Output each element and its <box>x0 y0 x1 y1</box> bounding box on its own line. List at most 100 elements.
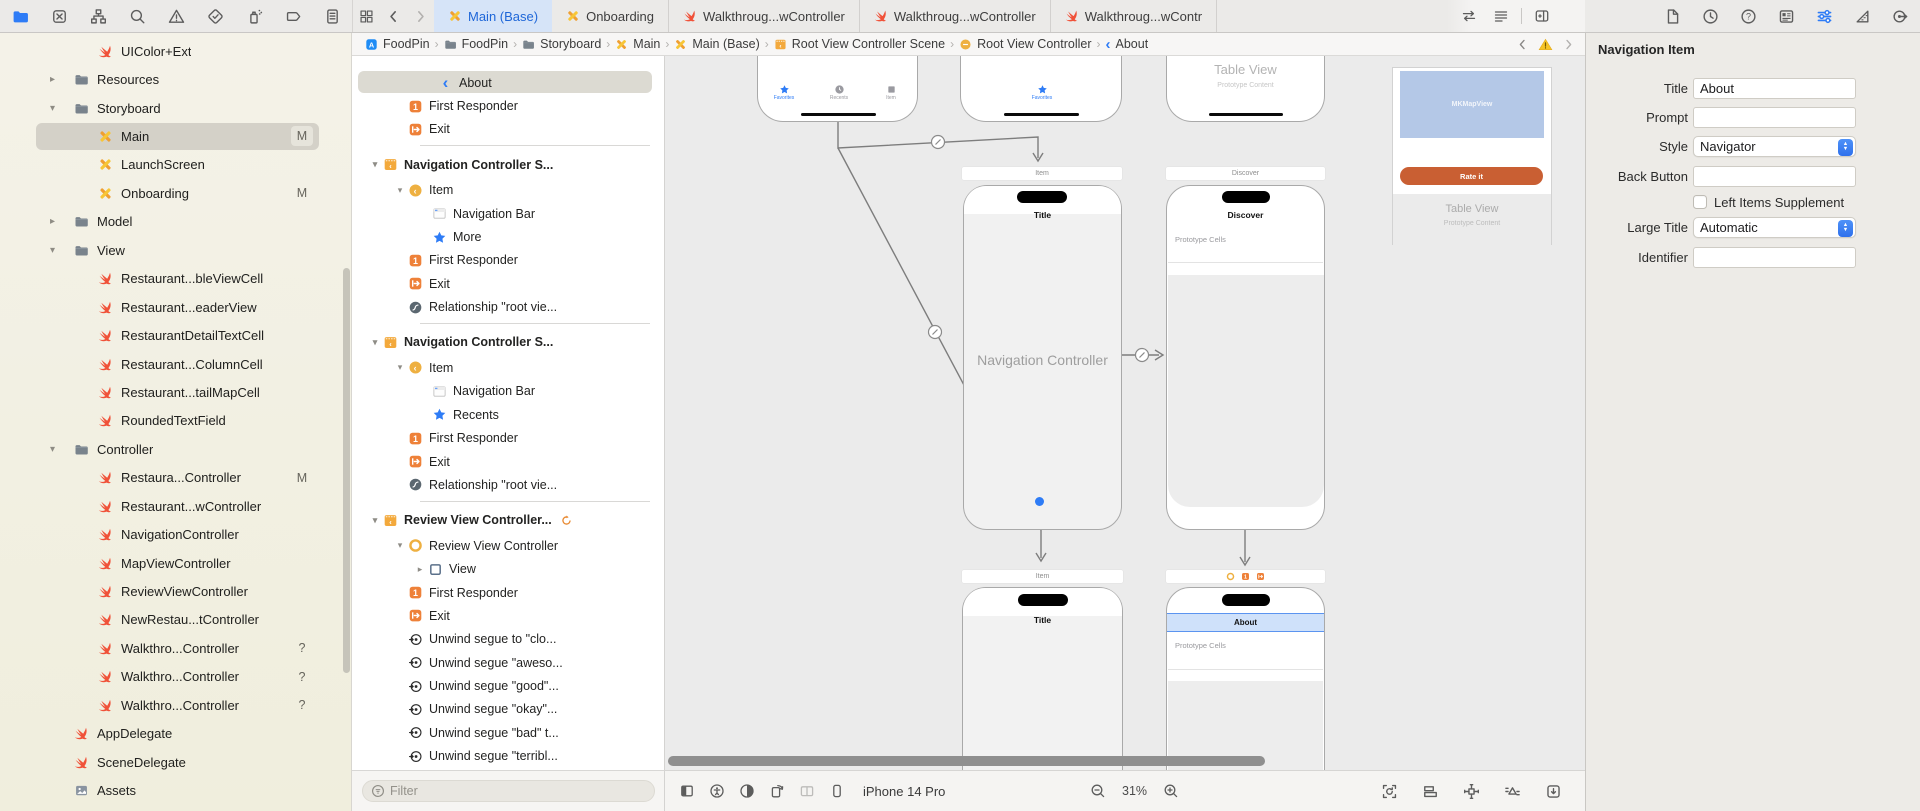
filter-input[interactable]: Filter <box>362 780 655 802</box>
file-row-launchscreen[interactable]: LaunchScreen <box>0 151 351 179</box>
project-navigator-icon[interactable] <box>6 3 34 29</box>
back-button-field[interactable] <box>1693 165 1856 187</box>
tabbar-scene-phone-2[interactable]: Favorites <box>960 56 1122 122</box>
identifier-field[interactable] <box>1693 246 1856 268</box>
accessibility-icon[interactable] <box>703 778 731 804</box>
file-row-view[interactable]: ▾ View <box>0 236 351 264</box>
about-nav-bar[interactable]: About <box>1167 613 1324 632</box>
breadcrumb-item[interactable]: FoodPin <box>444 37 508 51</box>
file-row-walkthro-controller[interactable]: Walkthro...Controller? <box>0 691 351 719</box>
breadcrumb-item[interactable]: Main (Base) <box>674 37 760 51</box>
review-scene-panel[interactable]: MKMapView Rate it Table View Prototype C… <box>1392 67 1552 245</box>
previous-issue-button[interactable] <box>1516 38 1529 51</box>
outline-row-first-responder[interactable]: 1 First Responder <box>352 581 664 604</box>
breadcrumb-item[interactable]: ‹ Root View Controller Scene <box>774 37 945 51</box>
add-constraints-icon[interactable] <box>1457 778 1485 804</box>
editor-tab[interactable]: Walkthroug...wController <box>669 0 860 32</box>
outline-row-unwind-segue-okay-[interactable]: Unwind segue "okay"... <box>352 698 664 721</box>
outline-row-about[interactable]: ‹ About <box>352 71 664 94</box>
file-row-appdelegate[interactable]: AppDelegate <box>0 720 351 748</box>
embed-icon[interactable] <box>1539 778 1567 804</box>
editor-tab[interactable]: Onboarding <box>552 0 670 32</box>
issues-icon[interactable] <box>162 3 190 29</box>
symbols-icon[interactable] <box>84 3 112 29</box>
update-frames-icon[interactable] <box>1375 778 1403 804</box>
breadcrumb-item[interactable]: A FoodPin <box>365 37 430 51</box>
storyboard-canvas[interactable]: Favorites Recents Item Favorites Table Vie… <box>665 56 1585 770</box>
outline-row-navigation-controller-s-[interactable]: ▾ ‹ Navigation Controller S... <box>352 328 664 356</box>
attributes-inspector-icon[interactable] <box>1812 3 1836 29</box>
outline-row-unwind-segue-bad-t-[interactable]: Unwind segue "bad" t... <box>352 721 664 744</box>
file-row-walkthro-controller[interactable]: Walkthro...Controller? <box>0 634 351 662</box>
file-row-newrestau-tcontroller[interactable]: NewRestau...tController <box>0 606 351 634</box>
file-row-model[interactable]: ▸ Model <box>0 208 351 236</box>
file-row-onboarding[interactable]: Onboarding M <box>0 179 351 207</box>
disclosure-icon[interactable]: ▾ <box>50 245 72 256</box>
outline-row-exit[interactable]: Exit <box>352 118 664 141</box>
outline-row-exit[interactable]: Exit <box>352 604 664 627</box>
outline-row-recents[interactable]: Recents <box>352 403 664 426</box>
outline-row-unwind-segue-good-[interactable]: Unwind segue "good"... <box>352 674 664 697</box>
tests-icon[interactable] <box>201 3 229 29</box>
reports-icon[interactable] <box>318 3 346 29</box>
split-view-icon[interactable] <box>793 778 821 804</box>
file-row-navigationcontroller[interactable]: NavigationController <box>0 520 351 548</box>
file-row-controller[interactable]: ▾ Controller <box>0 435 351 463</box>
navigation-controller-phone[interactable]: Title Navigation Controller <box>963 185 1122 530</box>
align-icon[interactable] <box>1416 778 1444 804</box>
file-row-mapviewcontroller[interactable]: MapViewController <box>0 549 351 577</box>
breakpoints-icon[interactable] <box>279 3 307 29</box>
code-review-icon[interactable] <box>1457 3 1481 29</box>
outline-row-unwind-segue-aweso-[interactable]: Unwind segue "aweso... <box>352 651 664 674</box>
disclosure-icon[interactable]: ▾ <box>393 540 407 551</box>
file-row-reviewviewcontroller[interactable]: ReviewViewController <box>0 577 351 605</box>
outline-row-unwind-segue-terribl-[interactable]: Unwind segue "terribl... <box>352 745 664 768</box>
tabbar-item-favorites[interactable]: Favorites <box>764 84 804 101</box>
tabbar-item-favorites[interactable]: Favorites <box>1022 84 1062 101</box>
outline-row-first-responder[interactable]: 1 First Responder <box>352 249 664 272</box>
help-inspector-icon[interactable]: ? <box>1736 3 1760 29</box>
canvas-horizontal-scrollbar[interactable] <box>668 756 1265 766</box>
file-row-restaurant-eaderview[interactable]: Restaurant...eaderView <box>0 293 351 321</box>
zoom-level[interactable]: 31% <box>1122 784 1147 798</box>
add-editor-icon[interactable] <box>1530 3 1554 29</box>
left-items-supplement-checkbox[interactable] <box>1693 195 1707 209</box>
tabbar-scene-phone-1[interactable]: Favorites Recents Item <box>757 56 918 122</box>
tabbar-item-item[interactable]: Item <box>871 84 911 101</box>
breadcrumb-item[interactable]: ‹ About <box>1106 37 1149 51</box>
file-row-main[interactable]: Main M <box>0 122 351 151</box>
disclosure-icon[interactable]: ▸ <box>50 74 72 85</box>
disclosure-icon[interactable]: ▾ <box>368 159 382 170</box>
breadcrumb-item[interactable]: Main <box>615 37 660 51</box>
outline-row-relationship-root-vie-[interactable]: Relationship "root vie... <box>352 296 664 319</box>
file-row-storyboard[interactable]: ▾ Storyboard <box>0 94 351 122</box>
outline-row-exit[interactable]: Exit <box>352 272 664 295</box>
outline-toggle-icon[interactable] <box>673 778 701 804</box>
file-row-walkthro-controller[interactable]: Walkthro...Controller? <box>0 663 351 691</box>
disclosure-icon[interactable]: ▸ <box>413 564 427 575</box>
sidebar-scrollbar[interactable] <box>343 268 350 673</box>
file-inspector-icon[interactable] <box>1660 3 1684 29</box>
outline-row-review-view-controller[interactable]: ▾ Review View Controller <box>352 534 664 557</box>
device-icon[interactable] <box>823 778 851 804</box>
history-inspector-icon[interactable] <box>1698 3 1722 29</box>
file-row-restaurant-columncell[interactable]: Restaurant...ColumnCell <box>0 350 351 378</box>
file-row-scenedelegate[interactable]: SceneDelegate <box>0 748 351 776</box>
zoom-out-icon[interactable] <box>1090 783 1106 799</box>
outline-row-unwind-segue-to-clo-[interactable]: Unwind segue to "clo... <box>352 628 664 651</box>
disclosure-icon[interactable]: ▾ <box>393 185 407 196</box>
file-row-restaurantdetailtextcell[interactable]: RestaurantDetailTextCell <box>0 321 351 349</box>
file-row-restaurant-bleviewcell[interactable]: Restaurant...bleViewCell <box>0 265 351 293</box>
outline-row-review-view-controller-[interactable]: ▾ ‹ Review View Controller... <box>352 506 664 534</box>
disclosure-icon[interactable]: ▾ <box>368 337 382 348</box>
discover-phone[interactable]: Discover Prototype Cells <box>1166 185 1325 530</box>
outline-row-first-responder[interactable]: 1 First Responder <box>352 94 664 117</box>
warning-icon[interactable] <box>1538 37 1553 52</box>
item-scene-dock[interactable]: Item <box>962 570 1123 583</box>
source-control-icon[interactable] <box>45 3 73 29</box>
breadcrumb-item[interactable]: Root View Controller <box>959 37 1092 51</box>
appearance-icon[interactable] <box>733 778 761 804</box>
disclosure-icon[interactable]: ▾ <box>50 444 72 455</box>
outline-row-first-responder[interactable]: 1 First Responder <box>352 426 664 449</box>
about-scene-phone[interactable]: About Prototype Cells <box>1166 587 1325 770</box>
